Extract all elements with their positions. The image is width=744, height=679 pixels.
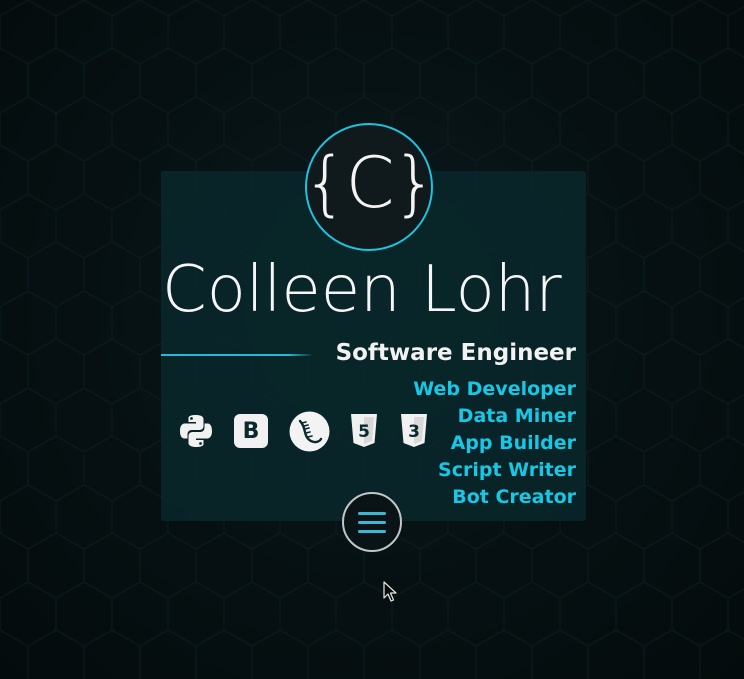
profile-name: Colleen Lohr <box>162 253 562 327</box>
hamburger-menu-icon <box>358 511 386 515</box>
roles-list: Web Developer Data Miner App Builder Scr… <box>413 376 576 511</box>
hamburger-menu-icon-bar <box>358 529 386 533</box>
logo-badge[interactable]: {C} <box>303 123 437 251</box>
role-item: App Builder <box>450 432 576 454</box>
role-item: Web Developer <box>413 378 576 400</box>
mouse-pointer-icon <box>383 581 397 602</box>
role-item: Bot Creator <box>452 486 576 508</box>
bootstrap-letter: B <box>242 418 260 444</box>
css3-icon[interactable]: 3 <box>396 412 432 450</box>
logo-text: {C} <box>303 142 437 224</box>
css3-number: 3 <box>408 422 420 442</box>
html5-number: 5 <box>358 422 370 442</box>
hamburger-menu-icon-bar <box>358 520 386 524</box>
flask-icon[interactable] <box>288 410 330 452</box>
divider-line <box>161 354 311 356</box>
role-item: Script Writer <box>438 459 576 481</box>
job-title: Software Engineer <box>335 340 576 366</box>
python-icon[interactable] <box>177 412 215 450</box>
html5-icon[interactable]: 5 <box>346 412 382 450</box>
menu-button[interactable] <box>342 492 402 552</box>
role-item: Data Miner <box>457 405 576 427</box>
bootstrap-icon[interactable]: B <box>232 412 270 450</box>
